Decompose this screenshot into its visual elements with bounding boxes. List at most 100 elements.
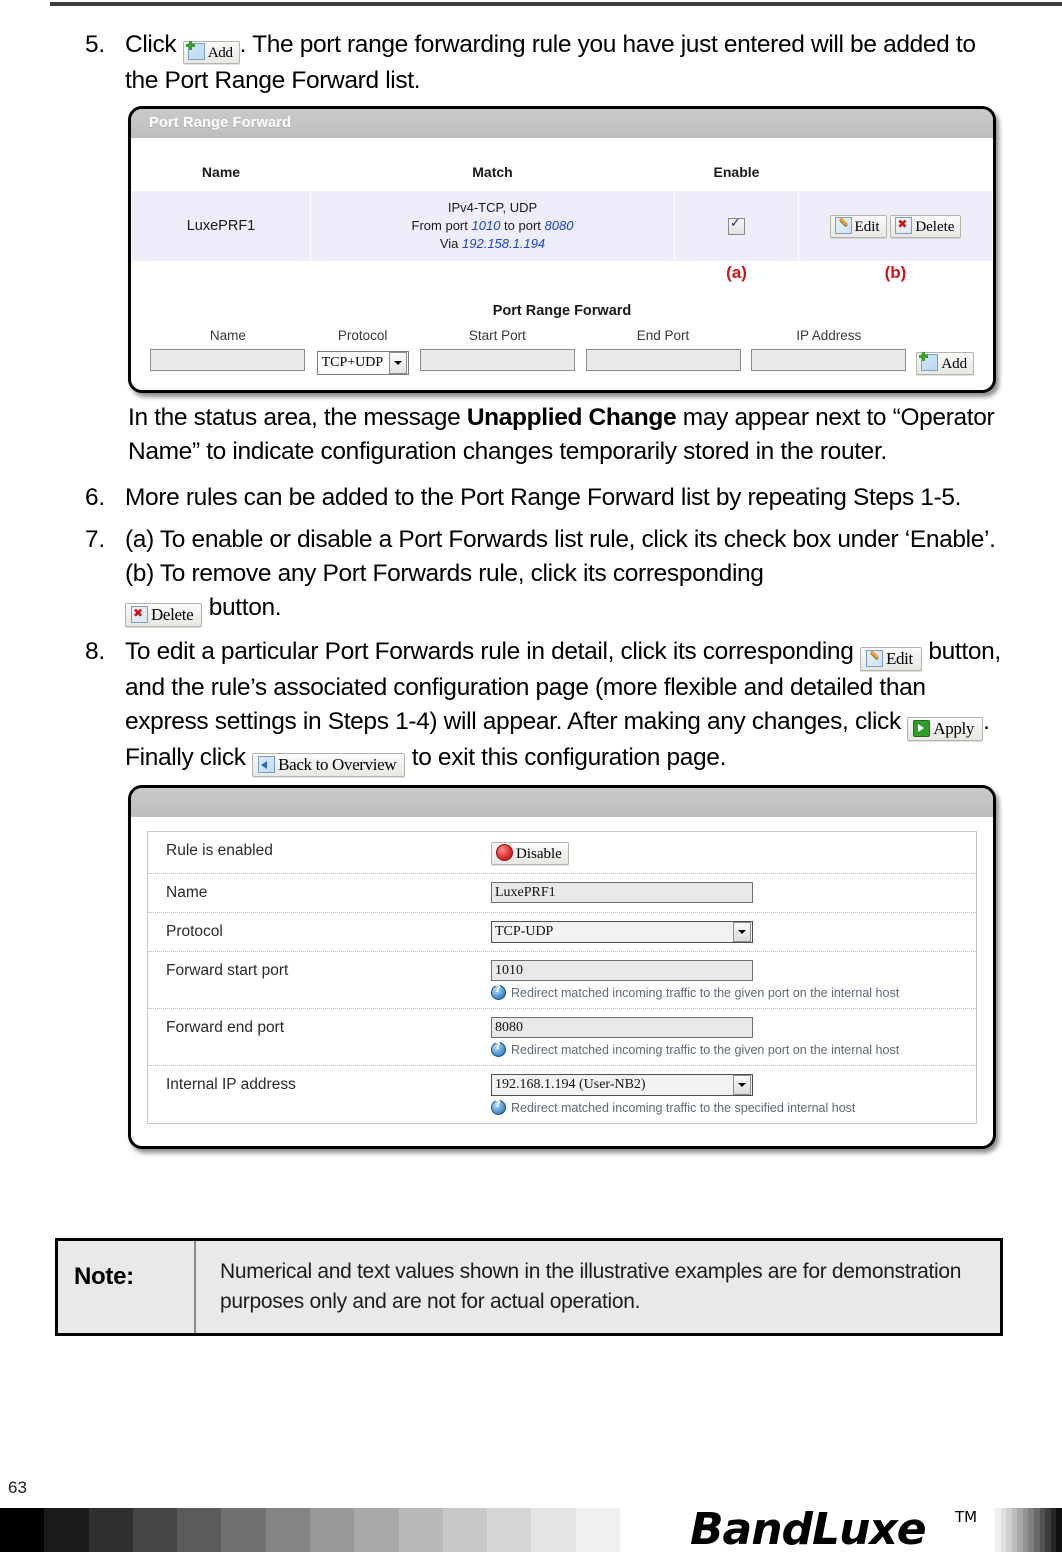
trademark-symbol: TM (955, 1508, 978, 1526)
row-edit-button[interactable]: Edit (829, 215, 887, 238)
match-via: Via 192.158.1.194 (315, 235, 670, 253)
annot-spacer-2 (310, 261, 675, 289)
enable-checkbox[interactable] (728, 216, 745, 235)
row-delete-button[interactable]: Delete (890, 215, 962, 238)
apply-button-label: Apply (933, 719, 975, 738)
config-panel-title (131, 788, 993, 817)
edit-button-label: Edit (885, 649, 913, 668)
delete-icon (131, 604, 148, 623)
table-row: LuxePRF1 IPv4-TCP, UDP From port 1010 to… (131, 190, 993, 262)
config-row-internal-ip: Internal IP address 192.168.1.194 (User-… (148, 1066, 976, 1123)
annotation-actions: (b) (798, 261, 993, 289)
add-cell-name (145, 349, 311, 376)
config-field-forward-start-port: 1010 Redirect matched incoming traffic t… (491, 960, 964, 1000)
chevron-down-icon (733, 1075, 751, 1095)
step-5-text-after: . The port range forwarding rule you hav… (125, 31, 976, 94)
annotation-b-label: (b) (884, 263, 907, 282)
step-6-text: More rules can be added to the Port Rang… (125, 484, 962, 511)
cell-rule-match: IPv4-TCP, UDP From port 1010 to port 808… (310, 190, 675, 262)
match-ports: From port 1010 to port 8080 (315, 217, 670, 235)
delete-icon (895, 215, 913, 234)
note-text: Numerical and text values shown in the i… (220, 1260, 962, 1313)
edit-button[interactable]: Edit (859, 647, 922, 671)
rule-config-screenshot: Rule is enabled Disable Name LuxePRF1 Pr… (128, 785, 996, 1149)
edit-icon (865, 650, 883, 667)
column-header-enable: Enable (674, 138, 799, 191)
add-button[interactable]: Add (182, 41, 240, 64)
column-header-actions (798, 138, 993, 191)
end-port-input[interactable] (585, 349, 741, 371)
disable-button-label: Disable (516, 846, 562, 862)
config-field-internal-ip: 192.168.1.194 (User-NB2) Redirect matche… (491, 1074, 964, 1115)
panel-title: Port Range Forward (131, 109, 993, 138)
add-cell-ip (746, 349, 912, 376)
add-header-start: Start Port (468, 328, 526, 343)
form-add-label: Add (941, 356, 968, 372)
help-icon (491, 984, 506, 1000)
disable-icon (496, 844, 513, 861)
config-field-protocol: TCP-UDP (491, 921, 964, 943)
help-icon (491, 1099, 506, 1115)
chevron-down-icon (388, 351, 407, 374)
step-5: 5. Click Add. The port range forwarding … (0, 28, 1062, 98)
add-icon (919, 352, 939, 371)
config-name-input[interactable]: LuxePRF1 (491, 882, 753, 903)
back-to-overview-button[interactable]: Back to Overview (252, 753, 406, 777)
config-protocol-select[interactable]: TCP-UDP (491, 921, 753, 943)
edit-icon (834, 217, 852, 234)
config-internal-ip-select[interactable]: 192.168.1.194 (User-NB2) (491, 1074, 753, 1096)
add-header-name: Name (209, 328, 246, 343)
page-content: 5. Click Add. The port range forwarding … (0, 28, 1062, 1157)
row-delete-label: Delete (915, 219, 955, 235)
name-input[interactable] (150, 349, 306, 371)
form-add-button[interactable]: Add (916, 352, 975, 375)
footer-bar: BandLuxe TM (0, 1504, 1062, 1555)
column-header-name: Name (131, 138, 311, 191)
step-7-number: 7. (85, 526, 105, 553)
add-icon (185, 41, 205, 60)
disable-button[interactable]: Disable (491, 842, 569, 865)
config-label-forward-end-port: Forward end port (166, 1019, 285, 1036)
match-protocol: IPv4-TCP, UDP (447, 200, 538, 215)
config-label-forward-start-port: Forward start port (166, 962, 289, 979)
start-port-input[interactable] (419, 349, 575, 371)
back-arrow-icon (258, 756, 276, 773)
step-8-text: To edit a particular Port Forwards rule … (125, 635, 1062, 777)
step-5-text: Click Add. The port range forwarding rul… (125, 28, 1062, 98)
step-5-text-before: Click (125, 31, 177, 58)
apply-button[interactable]: Apply (907, 717, 984, 741)
config-hint-text: Redirect matched incoming traffic to the… (511, 1100, 856, 1115)
add-header-action (912, 327, 979, 349)
page-top-divider (50, 2, 1062, 6)
add-cell-protocol: TCP+UDP (311, 349, 415, 376)
rule-name-value: LuxePRF1 (186, 218, 256, 234)
step-7-line-b: (b) To remove any Port Forwards rule, cl… (125, 560, 764, 587)
protocol-select[interactable]: TCP+UDP (316, 350, 409, 375)
step-8: 8. To edit a particular Port Forwards ru… (0, 635, 1062, 777)
cell-rule-enable (674, 190, 799, 262)
step-6-number: 6. (85, 484, 105, 511)
delete-button[interactable]: Delete (125, 603, 203, 627)
column-header-match: Match (310, 138, 675, 191)
add-header-end: End Port (636, 328, 690, 343)
brand-logo: BandLuxe (690, 1504, 927, 1555)
add-form-table: Name Protocol Start Port End Port IP Add… (145, 327, 979, 376)
step-8-part4: to exit this configuration page. (411, 744, 727, 771)
config-forward-end-port-input[interactable]: 8080 (491, 1017, 753, 1038)
add-form-title: Port Range Forward (492, 303, 632, 319)
port-range-forward-screenshot: Port Range Forward Name Match Enable Lux… (128, 106, 996, 393)
step-7-line-a: (a) To enable or disable a Port Forwards… (125, 526, 996, 553)
ip-address-input[interactable] (751, 349, 907, 371)
annotation-a-label: (a) (726, 263, 747, 282)
page-number: 63 (8, 1478, 27, 1497)
add-button-label: Add (207, 45, 233, 61)
note-box: Note: Numerical and text values shown in… (55, 1238, 1003, 1336)
config-label-protocol: Protocol (166, 923, 223, 940)
apply-icon (913, 720, 931, 737)
annot-spacer-1 (131, 261, 311, 289)
help-icon (491, 1041, 506, 1057)
step-8-number: 8. (85, 638, 105, 665)
config-forward-start-port-input[interactable]: 1010 (491, 960, 753, 981)
config-internal-ip-value: 192.168.1.194 (User-NB2) (495, 1077, 646, 1092)
config-form: Rule is enabled Disable Name LuxePRF1 Pr… (147, 831, 977, 1124)
